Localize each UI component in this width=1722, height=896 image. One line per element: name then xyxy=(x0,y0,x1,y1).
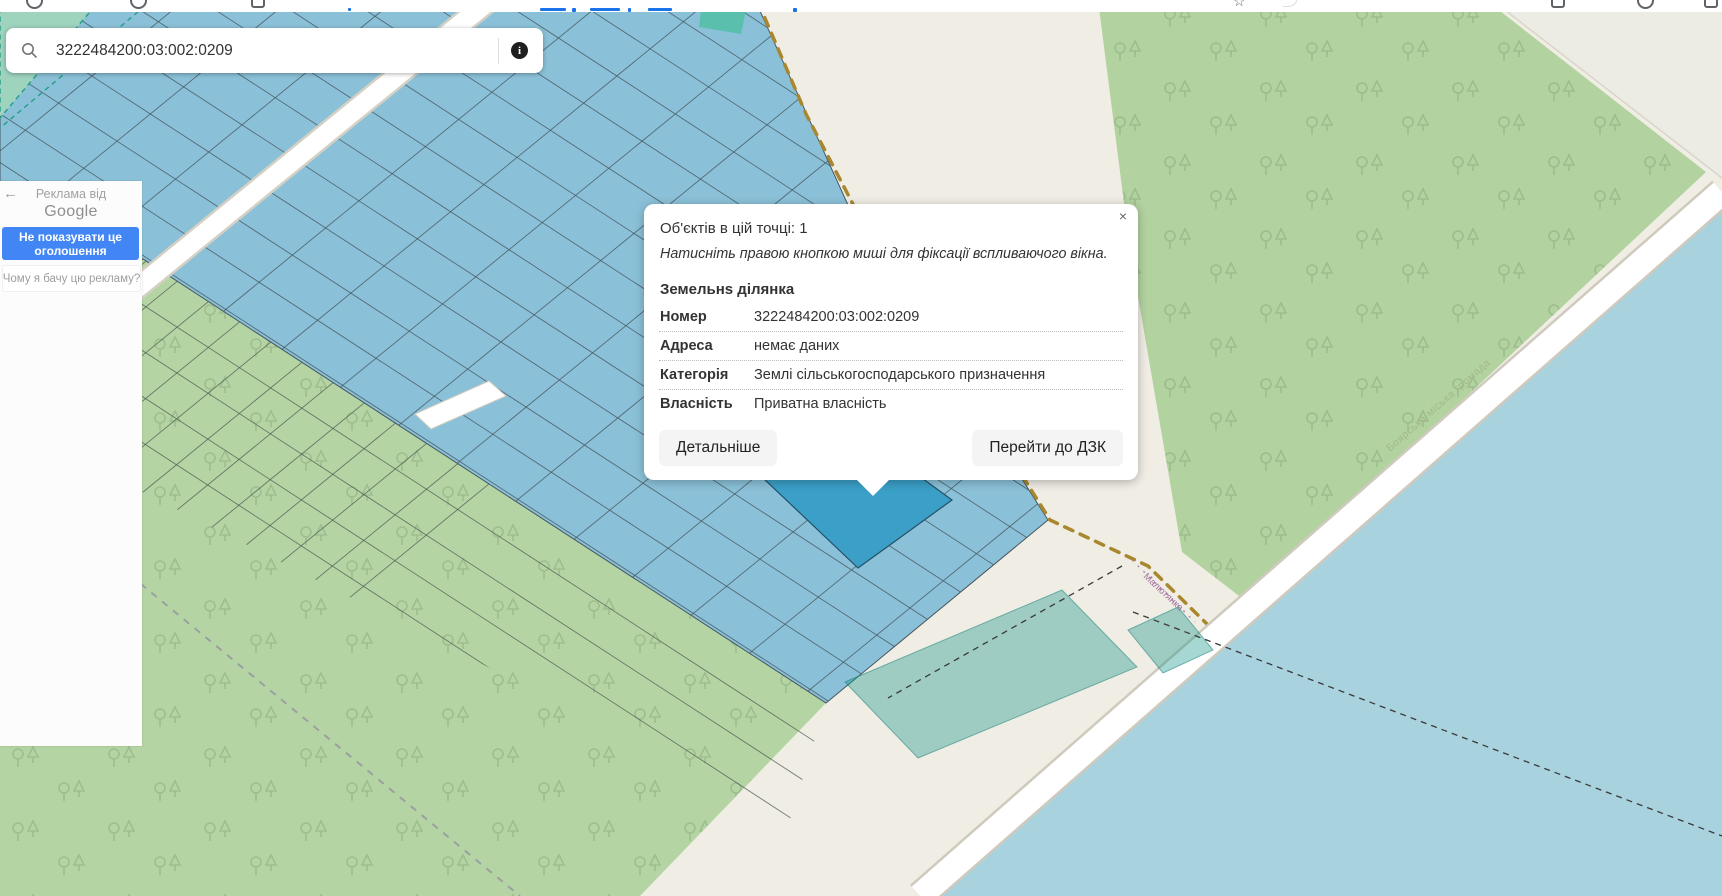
field-value: Землі сільськогосподарського призначення xyxy=(754,367,1045,383)
info-button[interactable]: i xyxy=(511,42,528,59)
url-text-fragment xyxy=(793,8,797,12)
ad-panel: ← Реклама від Google Не показувати це ог… xyxy=(0,181,142,746)
popup-section-title: Земельнs ділянка xyxy=(660,281,1123,298)
reload-icon[interactable] xyxy=(26,0,43,9)
search-bar[interactable]: 3222484200:03:002:0209 i xyxy=(6,28,543,73)
field-label: Власність xyxy=(660,396,754,412)
popup-hint-line: Натисніть правою кнопкою миші для фіксац… xyxy=(660,246,1123,262)
ad-header: Реклама від xyxy=(0,187,142,201)
site-info-icon[interactable] xyxy=(251,0,265,8)
field-label: Категорія xyxy=(660,367,754,383)
field-value: Приватна власність xyxy=(754,396,886,412)
field-row-category: Категорія Землі сільськогосподарського п… xyxy=(659,361,1123,390)
url-text-fragment xyxy=(348,8,351,11)
url-text-fragment xyxy=(648,8,672,11)
browser-toolbar-strip: ☆ xyxy=(0,0,1722,12)
field-label: Адреса xyxy=(660,338,754,354)
url-text-fragment xyxy=(590,8,620,11)
menu-icon[interactable] xyxy=(1704,0,1718,8)
goto-dzk-button[interactable]: Перейти до ДЗК xyxy=(972,430,1123,466)
favicon xyxy=(130,0,147,9)
field-row-ownership: Власність Приватна власність xyxy=(659,390,1123,418)
field-row-number: Номер 3222484200:03:002:0209 xyxy=(659,303,1123,332)
tab-corner xyxy=(1283,0,1298,7)
close-icon[interactable]: × xyxy=(1119,209,1127,223)
parcel-popup: × Об'єктів в цій точці: 1 Натисніть прав… xyxy=(644,204,1138,480)
field-label: Номер xyxy=(660,309,754,325)
page: Малютянка Боярська міська громада ☆ 3222… xyxy=(0,0,1722,896)
url-text-fragment xyxy=(572,8,576,12)
extension-icon[interactable] xyxy=(1551,0,1565,8)
search-divider xyxy=(498,38,499,64)
field-value: немає даних xyxy=(754,338,839,354)
url-text-fragment xyxy=(540,8,566,11)
popup-count-line: Об'єктів в цій точці: 1 xyxy=(660,220,1123,237)
bookmark-star-icon[interactable]: ☆ xyxy=(1233,0,1246,10)
ad-why-link[interactable]: Чому я бачу цю рекламу? xyxy=(2,265,141,292)
google-logo: Google xyxy=(0,203,142,221)
details-button[interactable]: Детальніше xyxy=(659,430,777,466)
ad-dismiss-button[interactable]: Не показувати це оголошення xyxy=(2,227,139,260)
field-value: 3222484200:03:002:0209 xyxy=(754,309,919,325)
search-icon xyxy=(21,42,38,59)
ad-back-arrow-icon[interactable]: ← xyxy=(3,185,18,202)
profile-icon[interactable] xyxy=(1637,0,1654,9)
field-row-address: Адреса немає даних xyxy=(659,332,1123,361)
url-text-fragment xyxy=(628,8,631,12)
search-input[interactable]: 3222484200:03:002:0209 xyxy=(56,42,498,60)
popup-buttons: Детальніше Перейти до ДЗК xyxy=(659,430,1123,466)
